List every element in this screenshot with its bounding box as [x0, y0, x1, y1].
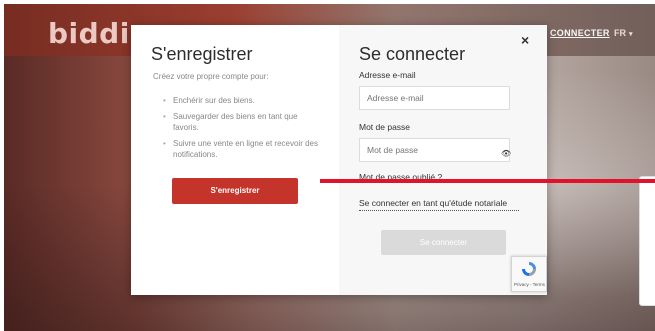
benefits-list: Enchérir sur des biens. Sauvegarder des … [163, 95, 323, 165]
register-button[interactable]: S'enregistrer [172, 178, 298, 204]
eye-icon[interactable]: 👁 [501, 149, 511, 158]
side-card [639, 176, 655, 306]
auth-modal: S'enregistrer Créez votre propre compte … [131, 25, 547, 295]
login-panel: Se connecter Adresse e-mail Mot de passe… [339, 25, 547, 295]
register-title: S'enregistrer [151, 44, 253, 64]
email-label: Adresse e-mail [359, 70, 416, 80]
notarial-login-link[interactable]: Se connecter en tant qu'étude notariale [359, 198, 519, 211]
site-logo[interactable]: biddi [48, 17, 130, 50]
annotation-red-line [320, 179, 655, 183]
language-label: FR [614, 28, 626, 38]
login-title: Se connecter [359, 44, 466, 64]
benefit-item: Sauvegarder des biens en tant que favori… [163, 111, 323, 133]
close-icon[interactable]: × [521, 32, 529, 48]
register-subtitle: Créez votre propre compte pour: [153, 72, 269, 81]
email-field[interactable] [359, 86, 510, 110]
password-field[interactable] [359, 138, 510, 162]
benefit-item: Suivre une vente en ligne et recevoir de… [163, 138, 323, 160]
login-button[interactable]: Se connecter [381, 230, 506, 255]
language-selector[interactable]: FR ▾ [614, 28, 633, 38]
recaptcha-icon [522, 262, 536, 276]
register-panel: S'enregistrer Créez votre propre compte … [131, 25, 339, 295]
recaptcha-badge[interactable]: Privacy - Terms [511, 256, 547, 292]
recaptcha-footer[interactable]: Privacy - Terms [514, 282, 545, 287]
chevron-down-icon: ▾ [629, 31, 633, 38]
password-label: Mot de passe [359, 122, 411, 132]
nav-connect-link[interactable]: CONNECTER [550, 28, 610, 38]
benefit-item: Enchérir sur des biens. [163, 95, 323, 106]
